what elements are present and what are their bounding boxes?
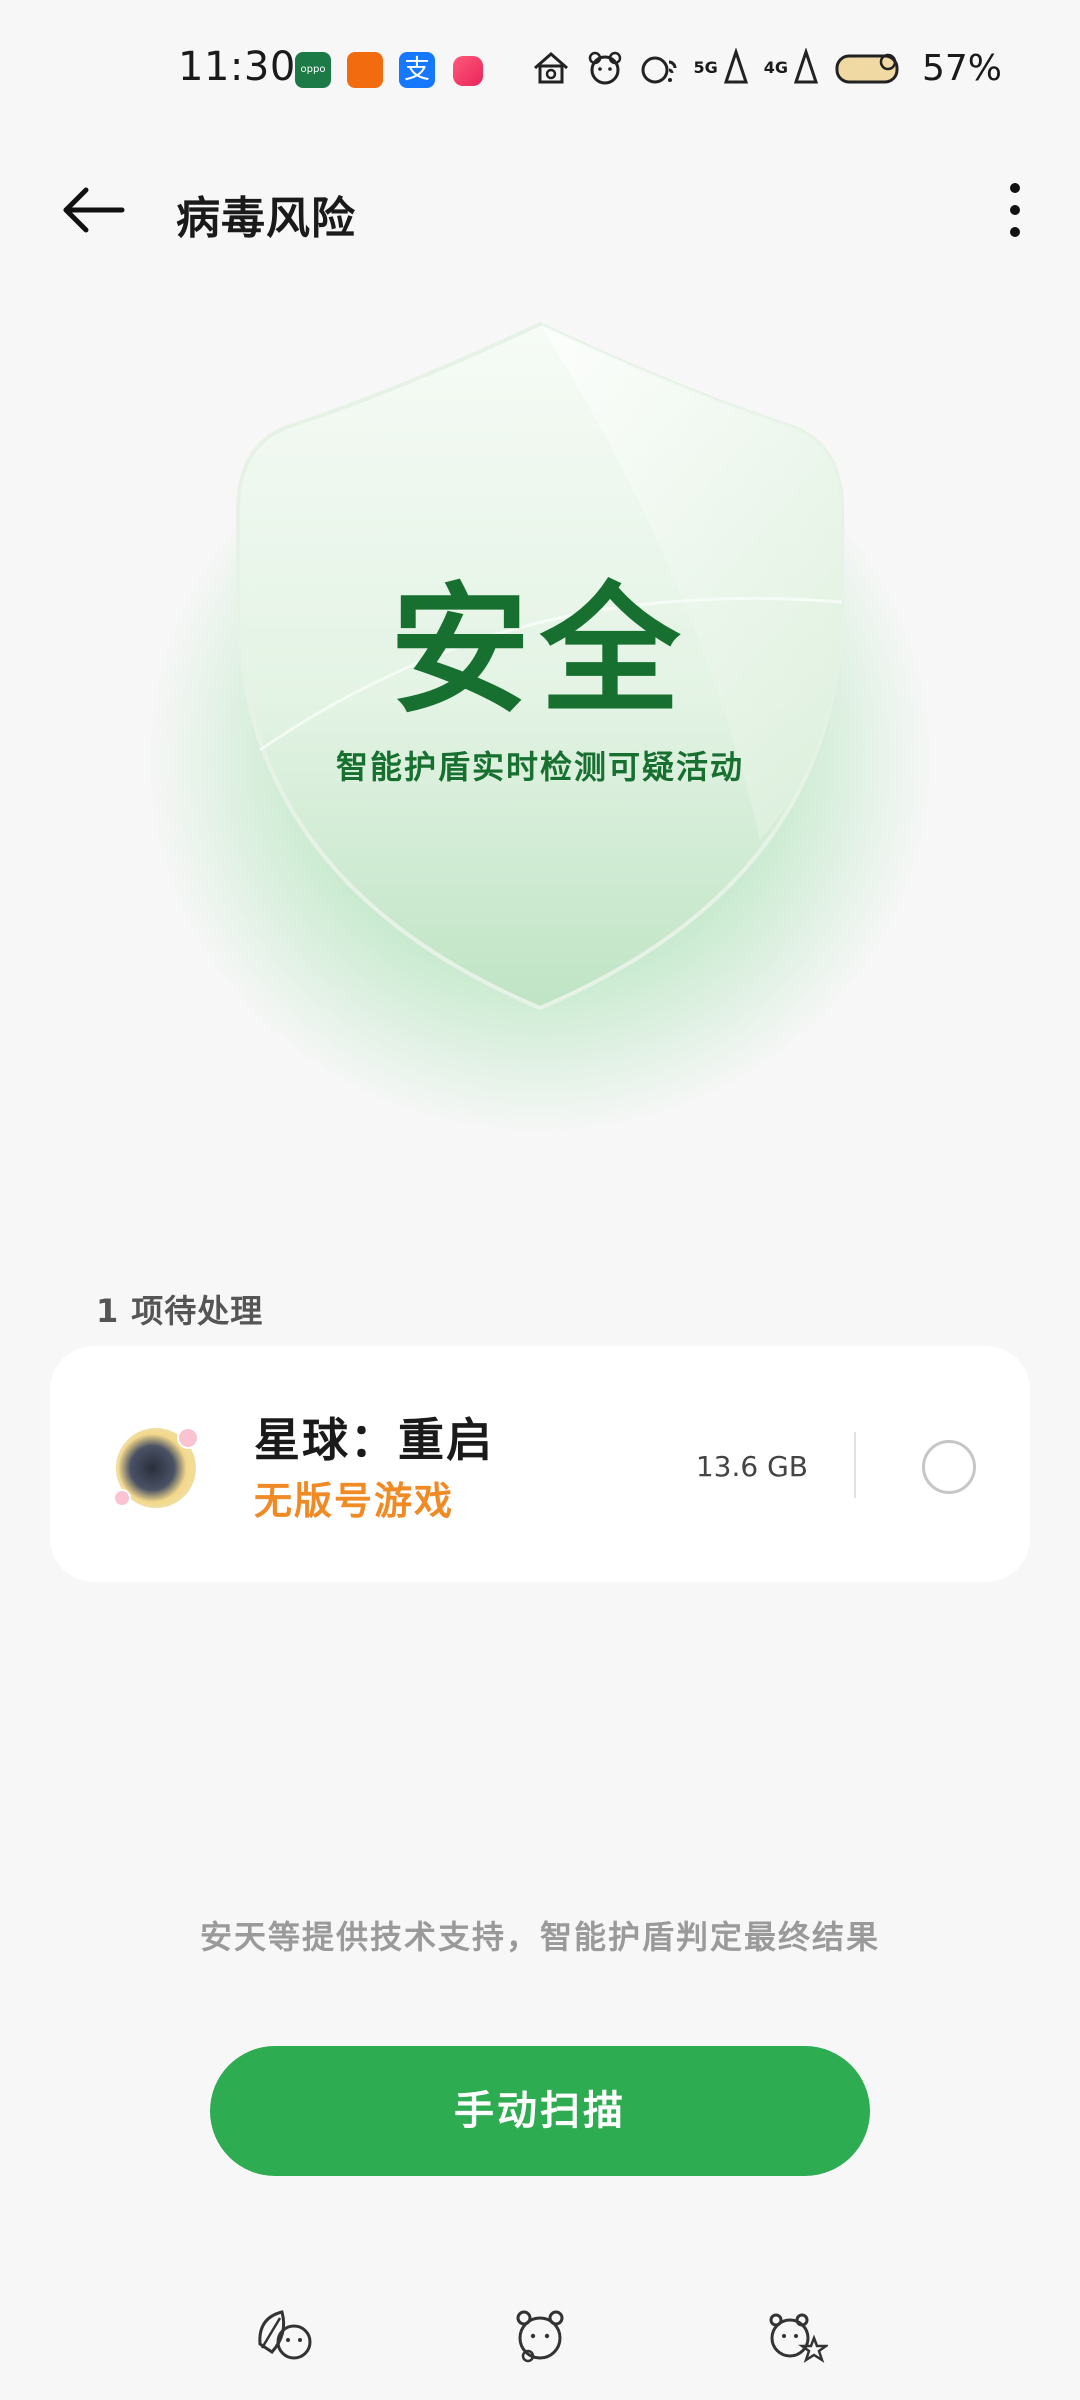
- flower-decoration: [113, 1489, 131, 1507]
- pending-count-label: 1 项待处理: [96, 1286, 275, 1332]
- signal-4g-icon: 4G: [764, 48, 820, 88]
- battery-icon: [835, 53, 899, 84]
- app-bar: 病毒风险: [0, 160, 1080, 260]
- bear-star-icon[interactable]: [764, 2304, 828, 2368]
- signal-5g-label: 5G: [693, 58, 718, 77]
- risk-warning-label: 无版号游戏: [254, 1479, 455, 1523]
- pending-count: 1: [96, 1292, 120, 1330]
- game-app-icon: [113, 1427, 199, 1508]
- security-status-shield: 安全 智能护盾实时检测可疑活动: [0, 280, 1080, 1160]
- status-time: 11:30: [178, 44, 296, 90]
- bear-icon: [589, 51, 622, 85]
- xiaohongshu-app-icon: [453, 56, 483, 86]
- home-icon: [534, 52, 569, 84]
- status-bar: 11:30 oppo 支 5G 4G 57%: [0, 0, 1080, 140]
- pending-label-text: 项待处理: [131, 1292, 264, 1330]
- status-indicators: 5G 4G 57%: [531, 44, 1002, 92]
- app-name: 星球：重启: [254, 1413, 494, 1467]
- divider: [854, 1432, 856, 1498]
- battery-percent: 57%: [921, 47, 1002, 89]
- tech-support-note: 安天等提供技术支持，智能护盾判定最终结果: [199, 1918, 880, 1956]
- oppo-app-icon: oppo: [295, 52, 331, 88]
- bear-home-icon[interactable]: [508, 2304, 572, 2368]
- signal-4g-label: 4G: [763, 58, 788, 77]
- virus-risk-screen: 11:30 oppo 支 5G 4G 57% 病毒风险 安全 智能护盾实时检测可…: [0, 0, 1080, 2400]
- app-size: 13.6 GB: [695, 1450, 808, 1483]
- select-radio-button[interactable]: [922, 1440, 976, 1494]
- leaf-bear-icon[interactable]: [252, 2304, 316, 2368]
- alipay-app-icon: 支: [399, 52, 435, 88]
- back-button[interactable]: [56, 178, 136, 242]
- list-item[interactable]: 星球：重启 无版号游戏 13.6 GB: [50, 1346, 1030, 1582]
- more-options-button[interactable]: [990, 178, 1040, 242]
- security-status-text: 安全: [389, 570, 690, 733]
- more-vertical-icon: [1010, 183, 1020, 237]
- flower-decoration: [177, 1427, 199, 1449]
- taobao-app-icon: [347, 52, 383, 88]
- bottom-navigation: [0, 2290, 1080, 2380]
- security-status-subtitle: 智能护盾实时检测可疑活动: [335, 748, 744, 786]
- manual-scan-button[interactable]: 手动扫描: [210, 2046, 870, 2176]
- page-title: 病毒风险: [176, 193, 356, 244]
- signal-5g-icon: 5G: [693, 48, 749, 88]
- arrow-left-icon: [63, 187, 125, 233]
- wifi-icon: [641, 56, 677, 84]
